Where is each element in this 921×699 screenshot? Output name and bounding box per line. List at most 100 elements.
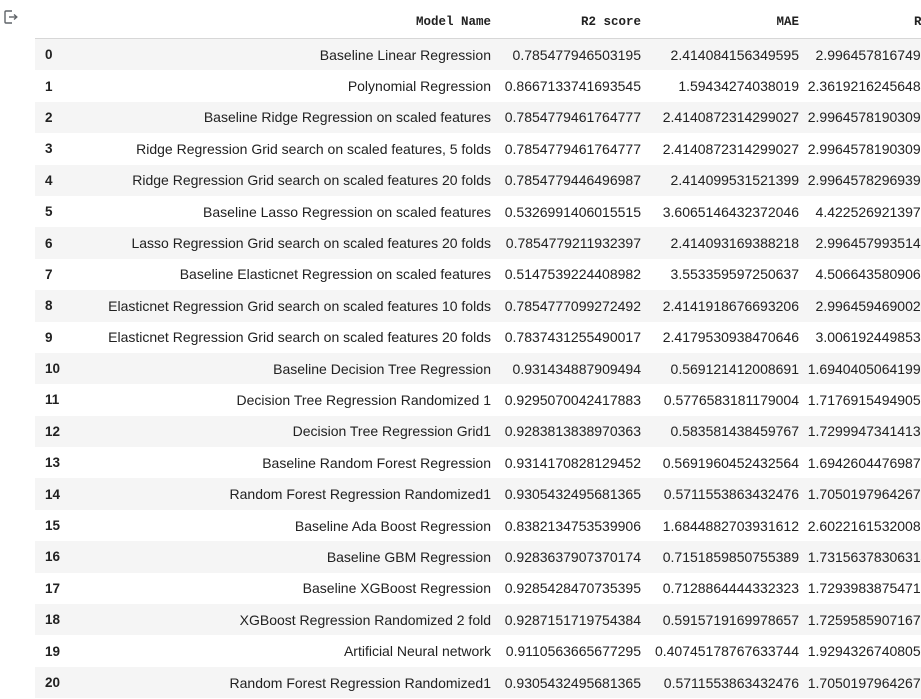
r2-score-cell: 0.9305432495681365 — [504, 486, 641, 503]
row-index: 11 — [45, 392, 60, 408]
table-row: 17 Baseline XGBoost Regression 0.928542847… — [35, 572, 921, 605]
table-row: 6 Lasso Regression Grid search on scaled … — [35, 227, 921, 259]
model-name-cell: Baseline Linear Regression — [319, 46, 491, 63]
model-name-cell: XGBoost Regression Randomized 2 fold — [239, 611, 491, 628]
model-name-cell: Random Forest Regression Randomized1 — [229, 486, 491, 503]
mae-cell: 0.7128864444332323 — [662, 580, 799, 597]
output-redirect-icon[interactable] — [4, 10, 20, 26]
model-name-cell: Baseline Ridge Regression on scaled feat… — [203, 109, 491, 126]
table-row: 2 Baseline Ridge Regression on scaled fea… — [35, 101, 921, 134]
table-row: 4 Ridge Regression Grid search on scaled … — [35, 164, 921, 196]
rmse-cell: 1.7176915494905312 — [807, 391, 921, 408]
table-row: 9 Elasticnet Regression Grid search on sc… — [35, 321, 921, 353]
mae-cell: 0.5711553863432476 — [663, 674, 799, 691]
r2-score-cell: 0.9305432495681365 — [504, 674, 641, 691]
row-index: 2 — [45, 109, 53, 125]
r2-score-cell: 0.7854779461764777 — [504, 109, 641, 126]
mae-cell: 3.6065146432372046 — [662, 203, 799, 220]
row-index: 14 — [45, 486, 61, 502]
r2-score-cell: 0.5326991406015515 — [504, 203, 641, 220]
table-row: 15 Baseline Ada Boost Regression 0.8382134… — [35, 509, 921, 542]
rmse-cell: 2.9964578190309012 — [807, 140, 921, 157]
rmse-cell: 1.7293983875471801 — [807, 580, 921, 597]
r2-score-header: R2 score — [497, 6, 647, 39]
rmse-cell: 1.7050197964267002 — [807, 674, 921, 691]
mae-cell: 1.59434274038019 — [678, 78, 799, 95]
model-name-cell: Random Forest Regression Randomized1 — [229, 674, 491, 691]
table-row: 20 Random Forest Regression Randomized1 0.… — [35, 666, 921, 699]
dataframe-output: Model Name R2 score MAE RMSE 0 Baseline L… — [35, 6, 921, 699]
row-index: 13 — [45, 455, 61, 471]
mae-cell: 2.4140872314299027 — [662, 140, 799, 157]
r2-score-cell: 0.7854777099272492 — [504, 297, 641, 314]
model-name-cell: Artificial Neural network — [343, 643, 491, 660]
model-name-cell: Baseline Ada Boost Regression — [294, 517, 491, 534]
r2-score-cell: 0.785477946503195 — [512, 46, 641, 63]
model-name-cell: Baseline Decision Tree Regression — [273, 360, 491, 377]
table-row: 1 Polynomial Regression 0.8667133741693545… — [35, 70, 921, 102]
model-name-cell: Lasso Regression Grid search on scaled f… — [131, 235, 491, 252]
row-index: 16 — [45, 549, 61, 565]
table-row: 13 Baseline Random Forest Regression 0.931… — [35, 447, 921, 479]
rmse-header: RMSE — [805, 6, 921, 39]
mae-cell: 3.553359597250637 — [670, 266, 799, 283]
rmse-cell: 1.7299947341413182 — [807, 423, 921, 440]
table-row: 16 Baseline GBM Regression 0.9283637907370… — [35, 541, 921, 573]
row-index: 20 — [45, 675, 61, 690]
mae-cell: 0.5711553863432476 — [663, 486, 799, 503]
r2-score-cell: 0.9283813838970363 — [504, 423, 641, 440]
table-row: 7 Baseline Elasticnet Regression on scale… — [35, 258, 921, 291]
model-name-cell: Baseline Random Forest Regression — [262, 454, 491, 471]
row-index: 1 — [45, 78, 53, 94]
row-index: 19 — [45, 643, 61, 659]
rmse-cell: 1.7259585907167008 — [807, 611, 921, 628]
mae-cell: 0.5691960452432564 — [662, 454, 799, 471]
row-index: 10 — [45, 361, 61, 377]
model-name-cell: Decision Tree Regression Grid1 — [292, 423, 491, 440]
r2-score-cell: 0.7854779446496987 — [504, 172, 641, 189]
mae-cell: 2.414099531521399 — [670, 172, 799, 189]
model-name-cell: Decision Tree Regression Randomized 1 — [236, 391, 491, 408]
model-name-cell: Ridge Regression Grid search on scaled f… — [132, 172, 491, 189]
table-row: 10 Baseline Decision Tree Regression 0.931… — [35, 352, 921, 385]
model-name-cell: Elasticnet Regression Grid search on sca… — [108, 297, 491, 314]
table-row: 12 Decision Tree Regression Grid1 0.928381… — [35, 415, 921, 448]
rmse-cell: 2.9964578190309012 — [807, 109, 921, 126]
model-name-cell: Baseline GBM Regression — [326, 548, 491, 565]
mae-cell: 0.5915719169978657 — [662, 611, 799, 628]
mae-cell: 2.4140872314299027 — [662, 109, 799, 126]
row-index: 18 — [45, 612, 61, 628]
mae-cell: 0.5776583181179004 — [663, 391, 799, 408]
mae-cell: 0.569121412008691 — [670, 360, 799, 377]
table-row: 18 XGBoost Regression Randomized 2 fold 0.… — [35, 604, 921, 636]
rmse-cell: 1.6940405064199606 — [807, 360, 921, 377]
model-name-cell: Baseline XGBoost Regression — [302, 580, 491, 597]
results-table: Model Name R2 score MAE RMSE 0 Baseline L… — [35, 6, 921, 699]
mae-cell: 0.7151859850755389 — [662, 548, 799, 565]
rmse-cell: 3.006192449853415 — [815, 329, 921, 346]
row-index: 4 — [45, 172, 53, 188]
row-index: 12 — [45, 423, 61, 439]
r2-score-cell: 0.8667133741693545 — [504, 78, 641, 95]
rmse-cell: 2.9964578296939752 — [807, 172, 921, 189]
table-body: 0 Baseline Linear Regression 0.78547794650… — [35, 38, 921, 699]
rmse-cell: 4.506643580906438 — [815, 266, 921, 283]
table-row: 19 Artificial Neural network 0.91105636656… — [35, 635, 921, 667]
r2-score-cell: 0.7854779211932397 — [505, 235, 641, 252]
mae-cell: 2.414084156349595 — [670, 46, 799, 63]
rmse-cell: 2.996457993514633 — [815, 235, 921, 252]
rmse-cell: 1.9294326740805283 — [807, 643, 921, 660]
table-row: 8 Elasticnet Regression Grid search on sc… — [35, 290, 921, 322]
index-header — [35, 6, 67, 39]
row-index: 8 — [45, 298, 53, 314]
mae-cell: 0.583581438459767 — [670, 423, 799, 440]
r2-score-cell: 0.9110563665677295 — [505, 643, 641, 660]
mae-cell: 2.414093169388218 — [670, 235, 799, 252]
rmse-cell: 2.996457816749097 — [815, 46, 921, 63]
row-index: 15 — [45, 518, 61, 534]
r2-score-cell: 0.9314170828129452 — [504, 454, 641, 471]
mae-cell: 1.6844882703931612 — [662, 517, 799, 534]
mae-header: MAE — [647, 6, 805, 39]
row-index: 9 — [45, 329, 53, 345]
rmse-cell: 1.7315637830631434 — [807, 548, 921, 565]
